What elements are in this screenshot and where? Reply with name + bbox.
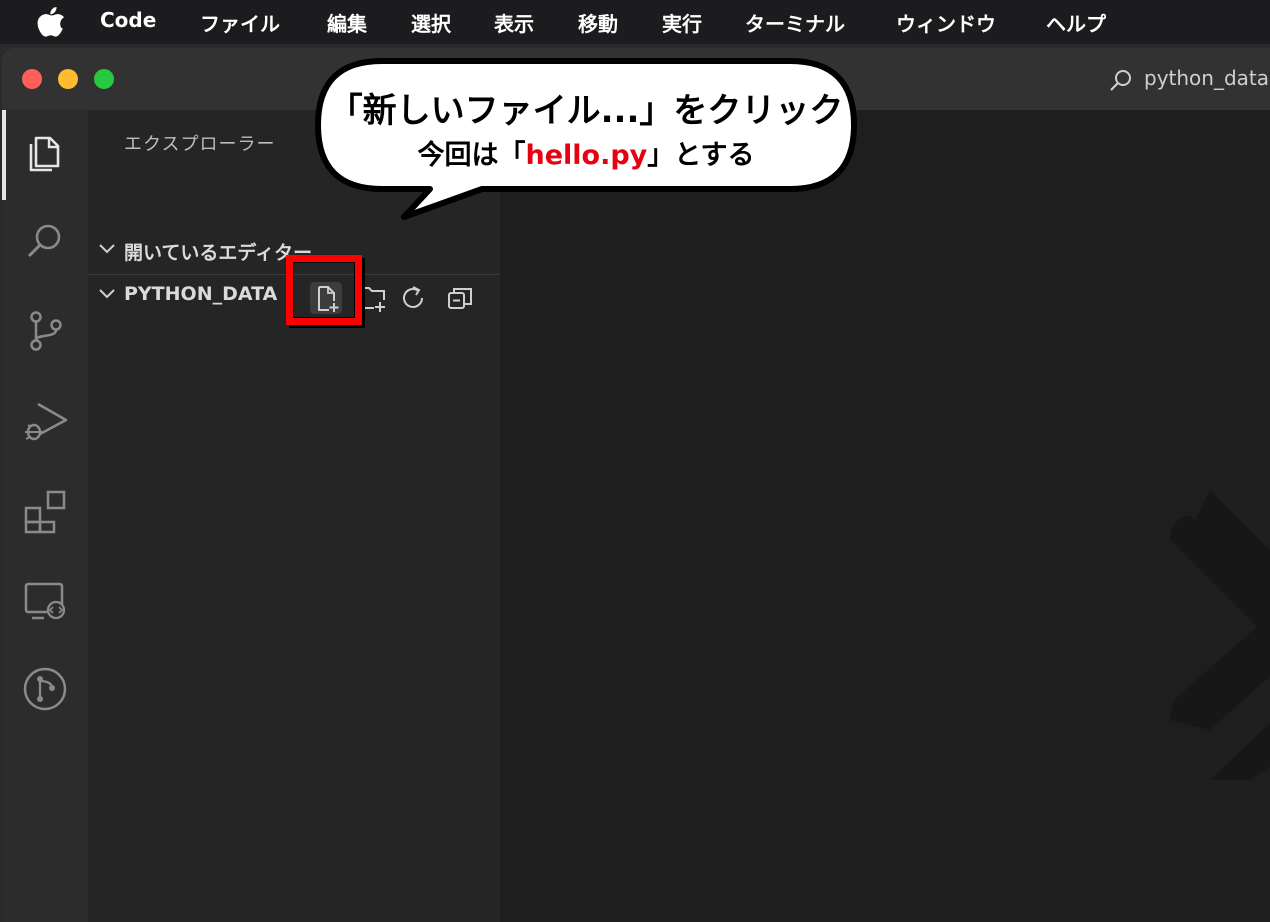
menu-terminal[interactable]: ターミナル <box>745 8 845 37</box>
callout-filename: hello.py <box>525 140 648 171</box>
run-debug-icon[interactable] <box>22 398 68 444</box>
menu-bar: Code ファイル 編集 選択 表示 移動 実行 ターミナル ウィンドウ ヘルプ <box>0 0 1270 44</box>
project-folder-label: PYTHON_DATA <box>124 283 278 305</box>
callout-suffix: 」とする <box>647 140 755 171</box>
refresh-icon[interactable] <box>398 282 430 314</box>
extensions-icon[interactable] <box>22 488 68 534</box>
collapse-all-icon[interactable] <box>444 282 476 314</box>
remote-explorer-icon[interactable] <box>22 578 68 624</box>
callout-instruction: 「新しいファイル...」をクリック <box>328 91 844 131</box>
close-window-button[interactable] <box>22 69 42 89</box>
callout-prefix: 今回は「 <box>417 140 526 171</box>
editor-area[interactable] <box>500 110 1270 922</box>
menu-run[interactable]: 実行 <box>662 8 702 37</box>
sidebar-title: エクスプローラー <box>124 134 276 155</box>
callout-filename-note: 今回は「hello.py」とする <box>312 133 860 172</box>
vscode-logo-watermark <box>1170 490 1270 780</box>
minimize-window-button[interactable] <box>58 69 78 89</box>
new-file-highlight-box <box>286 255 362 325</box>
git-graph-icon[interactable] <box>22 666 68 712</box>
chevron-down-icon <box>99 244 115 254</box>
apple-logo-icon[interactable] <box>37 7 65 37</box>
command-center-text: python_data <box>1144 66 1270 90</box>
zoom-window-button[interactable] <box>94 69 114 89</box>
menu-edit[interactable]: 編集 <box>327 8 367 37</box>
menu-view[interactable]: 表示 <box>494 8 534 37</box>
menu-help[interactable]: ヘルプ <box>1046 8 1106 37</box>
menu-selection[interactable]: 選択 <box>411 8 451 37</box>
search-icon <box>1110 70 1131 91</box>
explorer-icon[interactable] <box>22 130 68 176</box>
search-icon[interactable] <box>22 218 68 264</box>
chevron-down-icon <box>99 289 115 299</box>
open-editors-label: 開いているエディター <box>124 242 313 264</box>
active-view-indicator <box>2 110 6 200</box>
menu-window[interactable]: ウィンドウ <box>896 8 996 37</box>
menu-file[interactable]: ファイル <box>200 8 280 37</box>
menu-go[interactable]: 移動 <box>578 8 618 37</box>
callout-bubble: 「新しいファイル...」をクリック 今回は「hello.py」とする <box>312 55 860 225</box>
source-control-icon[interactable] <box>22 308 68 354</box>
explorer-sidebar: エクスプローラー 開いているエディター PYTHON_DATA <box>88 110 500 922</box>
activity-bar <box>2 110 88 922</box>
menu-app-name[interactable]: Code <box>100 8 156 32</box>
